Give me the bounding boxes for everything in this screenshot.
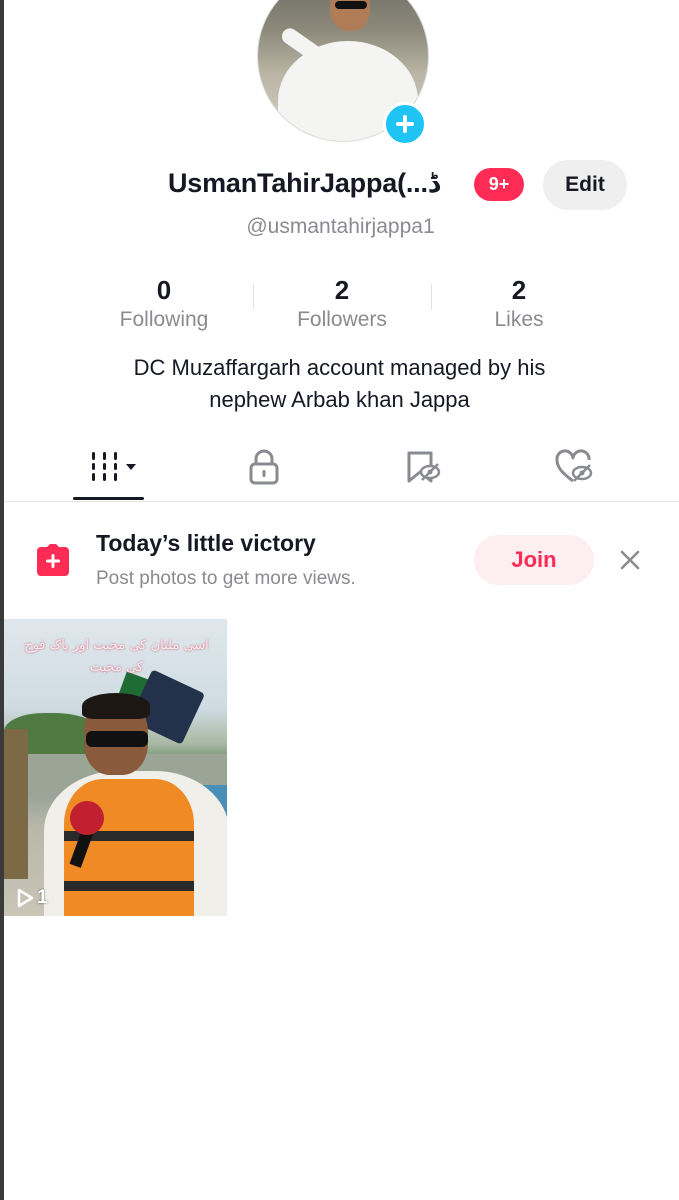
play-icon: [17, 888, 34, 908]
add-avatar-button[interactable]: [383, 102, 427, 146]
heart-hidden-icon: [555, 449, 593, 483]
tabs-divider: [4, 501, 679, 502]
notification-badge[interactable]: 9+: [474, 168, 524, 201]
thumb-background-person: [4, 729, 28, 879]
grid-icon: [92, 452, 136, 481]
tab-saved[interactable]: [402, 447, 442, 487]
tab-videos[interactable]: [88, 447, 144, 487]
bio-line-2: nephew Arbab khan Jappa: [209, 387, 470, 412]
thumb-sunglasses: [86, 731, 148, 747]
thumb-vest-strap: [64, 881, 194, 891]
play-count: 1: [16, 887, 48, 909]
thumb-hair: [82, 693, 150, 719]
photo-post-icon: [33, 543, 73, 577]
close-icon: [620, 550, 640, 570]
plus-icon: [396, 115, 414, 133]
promo-subtitle: Post photos to get more views.: [96, 568, 356, 589]
active-tab-indicator: [73, 497, 144, 500]
username-handle: @usmantahirjappa1: [0, 215, 679, 239]
stat-divider: [431, 284, 432, 310]
stat-likes[interactable]: 2 Likes: [439, 276, 599, 332]
stat-followers[interactable]: 2 Followers: [262, 276, 422, 332]
video-overlay-text: اسی ملتان کی محبت اور پاک فوج کی محبت: [24, 638, 209, 675]
tab-liked[interactable]: [554, 447, 594, 487]
display-name: UsmanTahirJappa(...ڈ: [168, 168, 440, 198]
stat-followers-label: Followers: [297, 308, 387, 331]
stat-following-label: Following: [119, 308, 209, 331]
left-edge: [0, 0, 4, 1200]
bookmark-hidden-icon: [407, 451, 441, 483]
join-button[interactable]: Join: [474, 535, 594, 585]
username-handle-text: @usmantahirjappa1: [246, 215, 435, 238]
stat-likes-label: Likes: [494, 308, 544, 331]
stat-divider: [253, 284, 254, 310]
avatar-sunglasses: [335, 1, 367, 9]
promo-title: Today’s little victory: [96, 530, 316, 556]
profile-bio[interactable]: DC Muzaffargarh account managed by his n…: [0, 352, 679, 416]
stat-following-value: 0: [156, 275, 172, 305]
lock-icon: [249, 449, 279, 485]
thumb-microphone: [70, 801, 104, 835]
stat-following[interactable]: 0 Following: [84, 276, 244, 332]
edit-profile-button[interactable]: Edit: [543, 160, 627, 210]
stat-followers-value: 2: [334, 275, 350, 305]
tab-private[interactable]: [244, 447, 284, 487]
play-count-value: 1: [37, 887, 48, 908]
stat-likes-value: 2: [511, 275, 527, 305]
video-thumbnail[interactable]: اسی ملتان کی محبت اور پاک فوج کی محبت 1: [4, 619, 227, 916]
close-promo-button[interactable]: [615, 545, 645, 575]
bio-line-1: DC Muzaffargarh account managed by his: [133, 355, 546, 380]
